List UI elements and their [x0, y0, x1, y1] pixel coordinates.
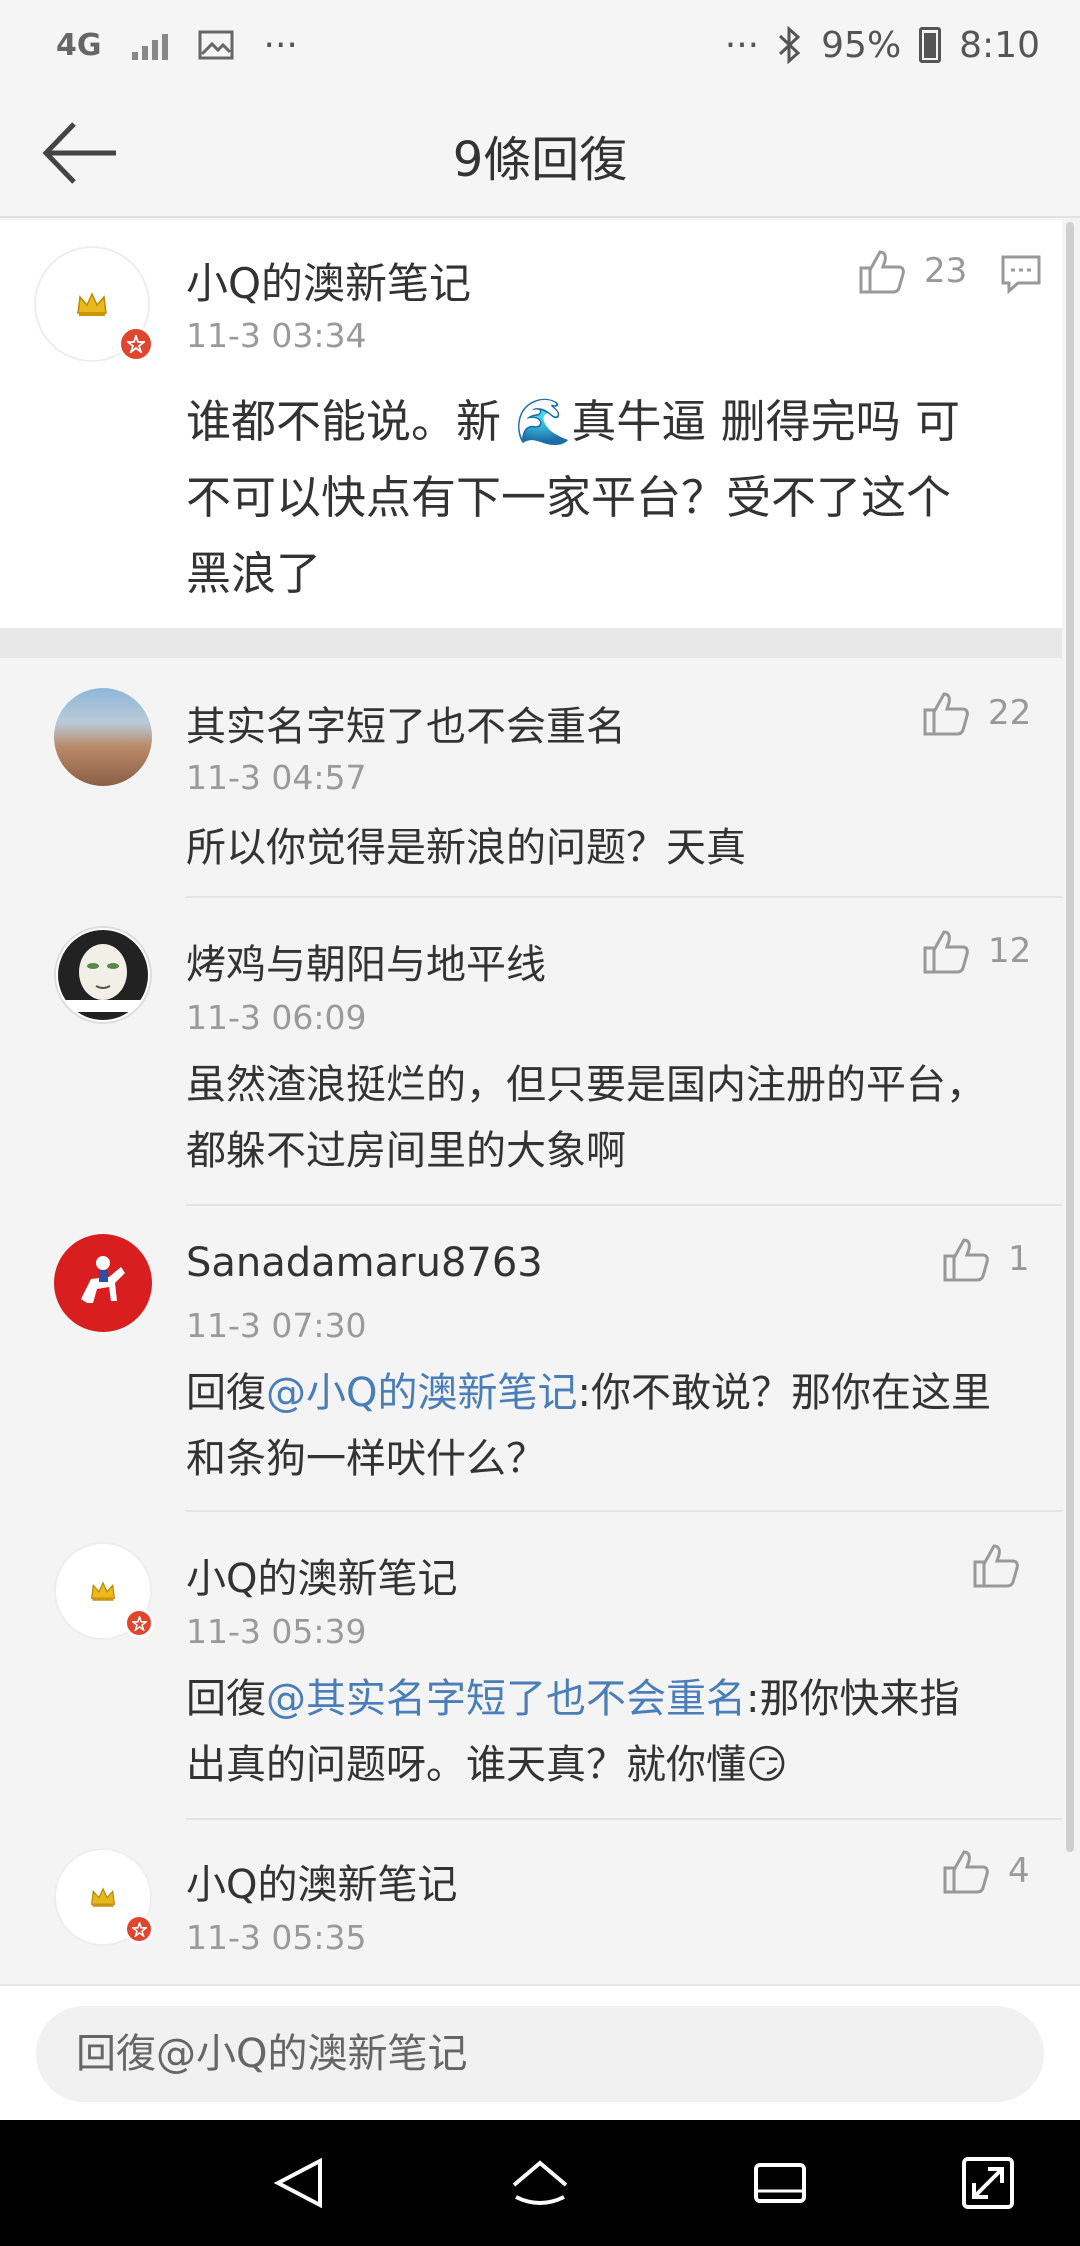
avatar[interactable] — [54, 688, 152, 786]
reply-author[interactable]: Sanadamaru8763 — [186, 1240, 543, 1286]
verified-badge — [118, 326, 154, 362]
mention-link[interactable]: @其实名字短了也不会重名 — [266, 1676, 746, 1722]
reply-text: 所以你觉得是新浪的问题？天真 — [186, 825, 746, 871]
rider-emblem-icon — [81, 1256, 125, 1303]
section-separator — [0, 628, 1062, 658]
avatar[interactable] — [54, 1234, 152, 1332]
reply-text: 回復@其实名字短了也不会重名:那你快来指 出真的问题呀。谁天真？就你懂😏 — [186, 1666, 1066, 1798]
comment-author[interactable]: 小Q的澳新笔记 — [186, 250, 471, 311]
like-button[interactable]: 4 — [942, 1848, 1030, 1894]
reply-time: 11-3 06:09 — [186, 998, 367, 1037]
reply-author[interactable]: 小Q的澳新笔记 — [186, 1546, 457, 1604]
mention-link[interactable]: @小Q的澳新笔记 — [266, 1370, 577, 1416]
like-button[interactable]: 12 — [922, 928, 1031, 974]
bluetooth-icon — [779, 26, 801, 64]
thumbs-up-icon — [923, 692, 969, 736]
reply-prefix: 回復 — [186, 1676, 266, 1722]
comment-text-line: 黑浪了 — [186, 547, 322, 600]
battery-icon — [919, 27, 942, 63]
comment-text: 谁都不能说。新 🌊真牛逼 删得完吗 可 不可以快点有下一家平台？受不了这个 黑浪… — [186, 384, 1046, 612]
like-count: 22 — [988, 693, 1032, 733]
status-bar: 4G ··· ··· 95% 8:10 — [0, 0, 1080, 90]
status-right: ··· 95% 8:10 — [725, 25, 1040, 66]
reply-text: 虽然渣浪挺烂的，但只要是国内注册的平台， 都躲不过房间里的大象啊 — [186, 1052, 1066, 1184]
main-comment: 小Q的澳新笔记 11-3 03:34 23 谁都不能说。新 🌊真牛逼 删得完吗 … — [0, 220, 1062, 628]
reply-time: 11-3 04:57 — [186, 758, 367, 797]
star-icon — [131, 1615, 147, 1631]
comment-text-line: 谁都不能说。新 🌊真牛逼 删得完吗 可 — [186, 395, 960, 448]
avatar[interactable] — [54, 1848, 154, 1946]
reply-time: 11-3 05:39 — [186, 1612, 367, 1651]
like-button[interactable]: 23 — [858, 248, 967, 294]
system-nav-bar — [0, 2120, 1080, 2246]
reply-text-line: 回復@其实名字短了也不会重名:那你快来指 — [186, 1666, 1066, 1732]
reply-time: 11-3 07:30 — [186, 1306, 367, 1345]
meme-face-icon — [58, 930, 148, 1020]
thumbs-up-icon — [859, 250, 905, 294]
reply-author[interactable]: 小Q的澳新笔记 — [186, 1852, 457, 1910]
page-title: 9條回復 — [452, 132, 628, 188]
recents-nav-icon[interactable] — [750, 2153, 810, 2213]
like-button[interactable] — [972, 1542, 1038, 1588]
header: 9條回復 — [0, 90, 1080, 218]
network-indicator: 4G — [56, 27, 102, 63]
avatar[interactable] — [54, 926, 152, 1024]
thumbs-up-icon — [973, 1544, 1019, 1588]
avatar[interactable] — [54, 1542, 154, 1640]
reply-author[interactable]: 烤鸡与朝阳与地平线 — [186, 932, 546, 990]
like-count: 12 — [988, 931, 1032, 971]
like-button[interactable]: 22 — [922, 690, 1031, 736]
reply-input[interactable] — [36, 2006, 1044, 2102]
expand-icon[interactable] — [958, 2153, 1018, 2213]
reply-text-line: 回復@小Q的澳新笔记:你不敢说？那你在这里 — [186, 1360, 1066, 1426]
like-count: 4 — [1008, 1851, 1030, 1891]
like-count: 23 — [924, 251, 968, 291]
reply-time: 11-3 05:35 — [186, 1918, 367, 1957]
thumbs-up-icon — [923, 930, 969, 974]
divider — [186, 1510, 1062, 1512]
back-nav-icon[interactable] — [270, 2153, 330, 2213]
clock: 8:10 — [959, 24, 1040, 66]
image-notification-icon — [198, 30, 233, 60]
reply-text-line: 和条狗一样吠什么？ — [186, 1436, 546, 1482]
verified-badge — [124, 1914, 154, 1944]
divider — [186, 896, 1062, 898]
reply-text-rest: :那你快来指 — [746, 1676, 960, 1722]
overflow-indicator-right: ··· — [724, 24, 760, 66]
scrollbar[interactable] — [1066, 222, 1074, 1852]
reply-text-rest: :你不敢说？那你在这里 — [577, 1370, 991, 1416]
status-left: 4G ··· — [56, 25, 298, 66]
reply-input-bar — [0, 1984, 1080, 2120]
reply-text-line: 都躲不过房间里的大象啊 — [186, 1128, 626, 1174]
comment-text-line: 不可以快点有下一家平台？受不了这个 — [186, 471, 952, 524]
reply-text-line: 虽然渣浪挺烂的，但只要是国内注册的平台， — [186, 1062, 986, 1108]
star-icon — [131, 1921, 147, 1937]
battery-percent: 95% — [821, 24, 902, 66]
reply-text-line: 出真的问题呀。谁天真？就你懂😏 — [186, 1742, 788, 1788]
overflow-indicator: ··· — [263, 24, 298, 66]
crown-icon — [90, 1887, 116, 1907]
crown-icon — [90, 1581, 116, 1601]
signal-icon — [131, 30, 168, 60]
like-count: 1 — [1008, 1239, 1030, 1279]
like-button[interactable]: 1 — [942, 1236, 1030, 1282]
comment-icon[interactable] — [1000, 254, 1042, 294]
avatar[interactable] — [34, 246, 154, 362]
thumbs-up-icon — [943, 1238, 989, 1282]
reply-author[interactable]: 其实名字短了也不会重名 — [186, 694, 626, 752]
comment-time: 11-3 03:34 — [186, 316, 367, 355]
divider — [186, 1818, 1062, 1820]
star-icon — [127, 335, 145, 353]
reply-text: 回復@小Q的澳新笔记:你不敢说？那你在这里 和条狗一样吠什么？ — [186, 1360, 1066, 1492]
divider — [186, 1204, 1062, 1206]
reply-prefix: 回復 — [186, 1370, 266, 1416]
thumbs-up-icon — [943, 1850, 989, 1894]
home-nav-icon[interactable] — [510, 2153, 570, 2213]
verified-badge — [124, 1608, 154, 1638]
crown-icon — [77, 292, 107, 316]
